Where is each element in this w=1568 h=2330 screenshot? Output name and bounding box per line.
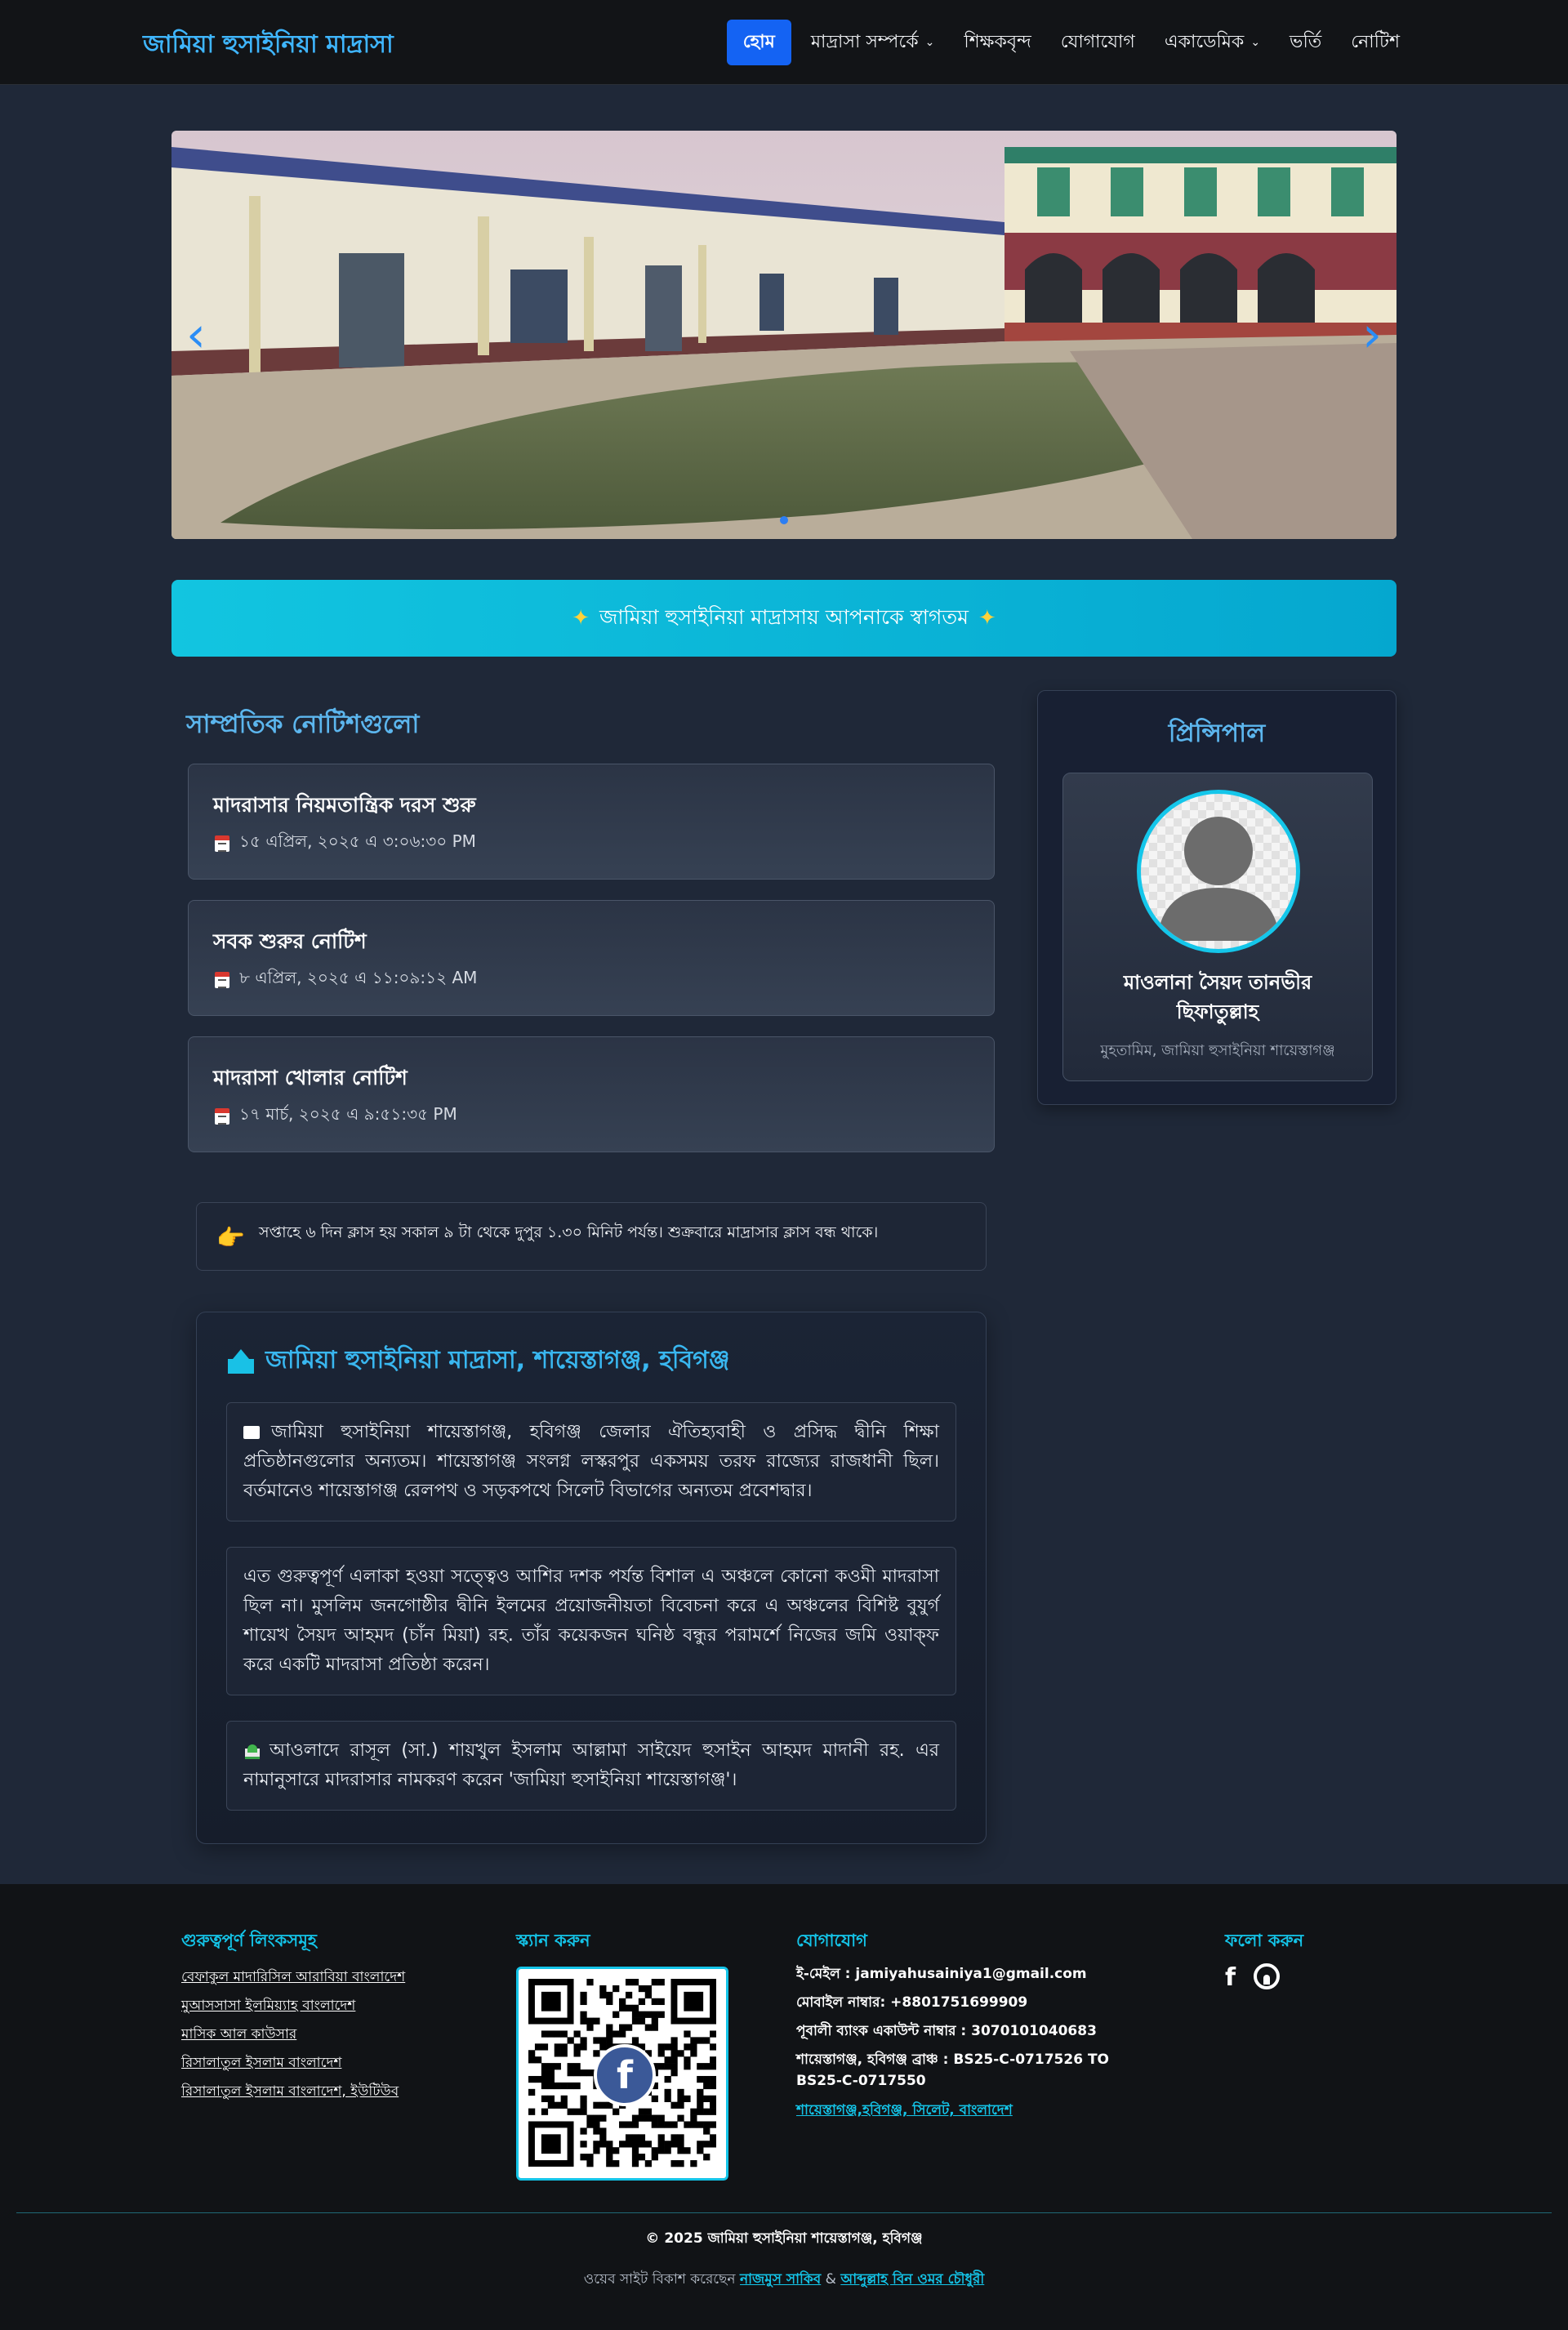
navbar: জামিয়া হুসাইনিয়া মাদ্রাসা হোম মাদ্রাসা… bbox=[0, 0, 1568, 85]
developer-credit: ওয়েব সাইট বিকাশ করেছেন নাজমুস সাকিব & আ… bbox=[0, 2269, 1568, 2292]
madrasa-building-photo bbox=[172, 131, 1396, 539]
footer-link[interactable]: রিসালাতুল ইসলাম বাংলাদেশ bbox=[181, 2052, 341, 2075]
nav-notice-label: নোটিশ bbox=[1351, 31, 1400, 52]
school-icon bbox=[228, 1348, 254, 1374]
principal-panel: প্রিন্সিপাল মাওলানা সৈয়দ তানভীর ছিফাতুল… bbox=[1037, 690, 1396, 1105]
footer-link[interactable]: রিসালাতুল ইসলাম বাংলাদেশ, ইউটিউব bbox=[181, 2081, 399, 2104]
footer-divider bbox=[16, 2212, 1552, 2213]
nav-contact-label: যোগাযোগ bbox=[1060, 31, 1135, 52]
carousel-indicator[interactable] bbox=[780, 516, 788, 524]
notice-date: ১৫ এপ্রিল, ২০২৫ এ ৩:০৬:৩০ PM bbox=[215, 830, 476, 857]
nav-academic-label: একাডেমিক bbox=[1164, 31, 1245, 52]
nav-academic-dropdown[interactable]: একাডেমিক ⌄ bbox=[1155, 20, 1270, 65]
class-schedule-alert: 👉 সপ্তাহে ৬ দিন ক্লাস হয় সকাল ৯ টা থেকে… bbox=[196, 1202, 987, 1271]
github-icon[interactable] bbox=[1254, 1963, 1281, 1989]
footer-link[interactable]: বেফাকুল মাদারিসিল আরাবিয়া বাংলাদেশ bbox=[181, 1967, 405, 1989]
contact-mobile: মোবাইল নাম্বার: +8801751699909 bbox=[796, 1994, 1028, 2011]
developer-link[interactable]: আব্দুল্লাহ বিন ওমর চৌধুরী bbox=[840, 2271, 984, 2288]
nav-about-label: মাদ্রাসা সম্পর্কে bbox=[810, 31, 919, 52]
notice-date: ৮ এপ্রিল, ২০২৫ এ ১১:০৯:১২ AM bbox=[215, 966, 477, 993]
contact-bank-account: পূবালী ব্যাংক একাউন্ট নাম্বার : 30701010… bbox=[796, 2023, 1097, 2039]
location-link[interactable]: শায়েস্তাগঞ্জ,হবিগঞ্জ, সিলেট, বাংলাদেশ bbox=[796, 2100, 1013, 2123]
principal-role: মুহতামিম, জামিয়া হুসাইনিয়া শায়েস্তাগঞ… bbox=[1100, 1042, 1335, 1059]
principal-name-line2: ছিফাতুল্লাহ bbox=[1176, 1000, 1259, 1023]
welcome-banner: ✦ জামিয়া হুসাইনিয়া মাদ্রাসায় আপনাকে স… bbox=[172, 580, 1396, 657]
chevron-left-icon: ‹ bbox=[186, 306, 206, 363]
principal-name-line1: মাওলানা সৈয়দ তানভীর bbox=[1123, 971, 1312, 994]
facebook-icon[interactable]: f bbox=[1225, 1963, 1236, 1992]
chevron-down-icon: ⌄ bbox=[924, 36, 935, 49]
nav-admission-label: ভর্তি bbox=[1290, 31, 1322, 52]
nav-about-dropdown[interactable]: মাদ্রাসা সম্পর্কে ⌄ bbox=[801, 20, 945, 65]
calendar-icon bbox=[215, 971, 229, 988]
sparkle-icon: ✦ bbox=[572, 606, 590, 630]
nav-contact[interactable]: যোগাযোগ bbox=[1051, 20, 1145, 65]
footer-link[interactable]: মুআসসাসা ইলমিয়্যাহ বাংলাদেশ bbox=[181, 1995, 355, 2018]
sparkle-icon: ✦ bbox=[978, 606, 996, 630]
footer-scan-heading: স্ক্যান করুন bbox=[516, 1931, 590, 1950]
nav-teachers-label: শিক্ষকবৃন্দ bbox=[964, 31, 1031, 52]
footer-contact-heading: যোগাযোগ bbox=[796, 1931, 867, 1950]
about-paragraph-text: এত গুরুত্বপূর্ণ এলাকা হওয়া সত্ত্বেও আশি… bbox=[243, 1566, 939, 1675]
notice-card[interactable]: মাদরাসার নিয়মতান্ত্রিক দরস শুরু ১৫ এপ্র… bbox=[188, 764, 995, 880]
principal-card: মাওলানা সৈয়দ তানভীর ছিফাতুল্লাহ মুহতামি… bbox=[1062, 773, 1373, 1081]
notice-date-text: ১৫ এপ্রিল, ২০২৫ এ ৩:০৬:৩০ PM bbox=[239, 831, 476, 851]
nav-home-label: হোম bbox=[742, 31, 775, 52]
about-section: জামিয়া হুসাইনিয়া মাদ্রাসা, শায়েস্তাগঞ… bbox=[196, 1312, 987, 1844]
footer-follow-heading: ফলো করুন bbox=[1225, 1931, 1304, 1950]
facebook-qr-code[interactable]: f bbox=[516, 1967, 728, 2181]
notice-date-text: ১৭ মার্চ, ২০২৫ এ ৯:৫১:৩৫ PM bbox=[239, 1104, 457, 1124]
facebook-icon: f bbox=[594, 2044, 656, 2106]
mosque-icon bbox=[243, 1743, 261, 1759]
nav-notice[interactable]: নোটিশ bbox=[1341, 20, 1410, 65]
footer-link[interactable]: মাসিক আল কাউসার bbox=[181, 2024, 296, 2047]
contact-branch-line2: BS25-C-0717550 bbox=[796, 2073, 926, 2089]
main-nav: হোম মাদ্রাসা সম্পর্কে ⌄ শিক্ষকবৃন্দ যোগায… bbox=[726, 20, 1410, 65]
credit-ampersand: & bbox=[825, 2271, 836, 2288]
hero-carousel: ‹ › bbox=[172, 131, 1396, 539]
welcome-text: জামিয়া হুসাইনিয়া মাদ্রাসায় আপনাকে স্ব… bbox=[599, 604, 969, 629]
nav-home[interactable]: হোম bbox=[726, 20, 791, 65]
social-links: f bbox=[1225, 1963, 1281, 1992]
pointing-hand-icon: 👉 bbox=[216, 1224, 245, 1251]
about-paragraph-text: আওলাদে রাসূল (সা.) শায়খুল ইসলাম আল্লামা… bbox=[243, 1740, 939, 1790]
user-placeholder-icon bbox=[1157, 817, 1280, 941]
notices-section-title: সাম্প্রতিক নোটিশগুলো bbox=[186, 710, 420, 739]
notice-title[interactable]: সবক শুরুর নোটিশ bbox=[213, 925, 367, 960]
notice-card[interactable]: মাদরাসা খোলার নোটিশ ১৭ মার্চ, ২০২৫ এ ৯:৫… bbox=[188, 1036, 995, 1152]
nav-teachers[interactable]: শিক্ষকবৃন্দ bbox=[954, 20, 1040, 65]
about-title: জামিয়া হুসাইনিয়া মাদ্রাসা, শায়েস্তাগঞ… bbox=[228, 1340, 729, 1382]
chevron-down-icon: ⌄ bbox=[1250, 36, 1261, 49]
notice-date-text: ৮ এপ্রিল, ২০২৫ এ ১১:০৯:১২ AM bbox=[239, 968, 478, 987]
notice-date: ১৭ মার্চ, ২০২৫ এ ৯:৫১:৩৫ PM bbox=[215, 1103, 457, 1129]
contact-branch-line1: শায়েস্তাগঞ্জ, হবিগঞ্জ ব্রাঞ্চ : BS25-C-… bbox=[796, 2052, 1109, 2068]
chevron-right-icon: › bbox=[1362, 306, 1382, 363]
notice-title[interactable]: মাদরাসার নিয়মতান্ত্রিক দরস শুরু bbox=[213, 789, 476, 824]
credit-prefix: ওয়েব সাইট বিকাশ করেছেন bbox=[583, 2271, 736, 2288]
copyright: © 2025 জামিয়া হুসাইনিয়া শায়েস্তাগঞ্জ,… bbox=[645, 2230, 923, 2247]
notice-card[interactable]: সবক শুরুর নোটিশ ৮ এপ্রিল, ২০২৫ এ ১১:০৯:১… bbox=[188, 900, 995, 1016]
about-paragraph: এত গুরুত্বপূর্ণ এলাকা হওয়া সত্ত্বেও আশি… bbox=[226, 1547, 956, 1695]
book-icon bbox=[243, 1426, 260, 1439]
avatar bbox=[1137, 790, 1300, 953]
nav-admission[interactable]: ভর্তি bbox=[1280, 20, 1331, 65]
calendar-icon bbox=[215, 1107, 229, 1125]
notice-title[interactable]: মাদরাসা খোলার নোটিশ bbox=[213, 1062, 408, 1097]
principal-heading: প্রিন্সিপাল bbox=[1168, 719, 1266, 748]
site-brand[interactable]: জামিয়া হুসাইনিয়া মাদ্রাসা bbox=[143, 25, 394, 66]
about-paragraph-text: জামিয়া হুসাইনিয়া শায়েস্তাগঞ্জ, হবিগঞ্… bbox=[243, 1422, 939, 1501]
carousel-indicators bbox=[172, 516, 1396, 524]
about-paragraph: জামিয়া হুসাইনিয়া শায়েস্তাগঞ্জ, হবিগঞ্… bbox=[226, 1402, 956, 1521]
about-title-text: জামিয়া হুসাইনিয়া মাদ্রাসা, শায়েস্তাগঞ… bbox=[265, 1346, 730, 1374]
about-paragraph: আওলাদে রাসূল (সা.) শায়খুল ইসলাম আল্লামা… bbox=[226, 1721, 956, 1811]
carousel-next-button[interactable]: › bbox=[1348, 298, 1396, 372]
class-schedule-text: সপ্তাহে ৬ দিন ক্লাস হয় সকাল ৯ টা থেকে দ… bbox=[259, 1223, 879, 1241]
footer-links-heading: গুরুত্বপূর্ণ লিংকসমূহ bbox=[181, 1931, 317, 1950]
contact-email: ই-মেইল : jamiyahusainiya1@gmail.com bbox=[796, 1966, 1087, 1982]
developer-link[interactable]: নাজমুস সাকিব bbox=[740, 2271, 821, 2288]
calendar-icon bbox=[215, 835, 229, 852]
carousel-prev-button[interactable]: ‹ bbox=[172, 298, 220, 372]
principal-name: মাওলানা সৈয়দ তানভীর ছিফাতুল্লাহ bbox=[1080, 968, 1356, 1027]
